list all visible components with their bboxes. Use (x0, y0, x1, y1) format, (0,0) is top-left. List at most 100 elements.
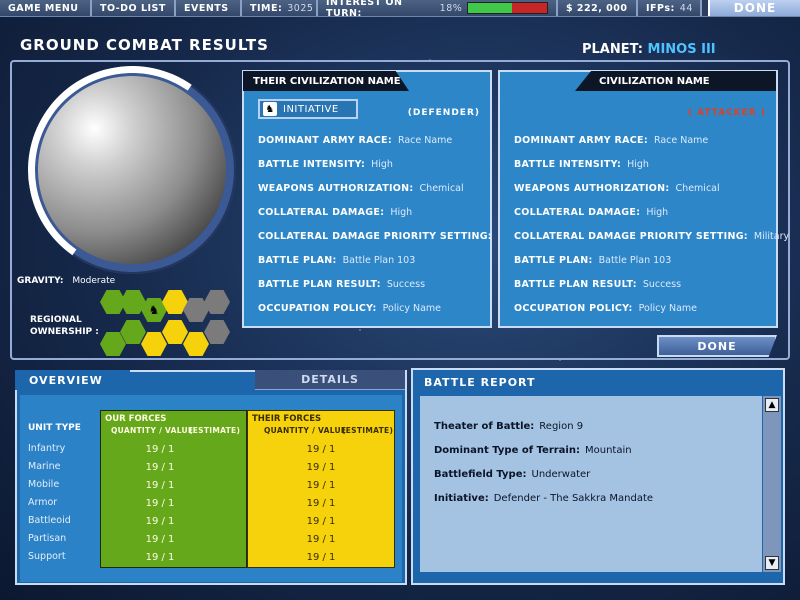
their-force-value: 19 / 1 (306, 480, 336, 491)
report-row: Theater of Battle: Region 9 (434, 421, 583, 432)
info-label: COLLATERAL DAMAGE PRIORITY SETTING: (514, 230, 748, 242)
attacker-info-row: BATTLE INTENSITY: High (514, 152, 789, 176)
attacker-info-row: COLLATERAL DAMAGE: High (514, 200, 789, 224)
todo-list-button[interactable]: TO-DO LIST (92, 0, 176, 16)
info-label: BATTLE INTENSITY: (514, 158, 622, 170)
our-force-value: 19 / 1 (145, 534, 175, 545)
done-button[interactable]: DONE (657, 335, 777, 357)
interest-slider-fill (468, 3, 512, 13)
page-title: GROUND COMBAT RESULTS (20, 36, 269, 54)
unit-type-label: Support (28, 551, 66, 562)
attacker-info-row: BATTLE PLAN: Battle Plan 103 (514, 248, 789, 272)
our-qv-header: QUANTITY / VALUE (111, 426, 194, 435)
defender-info-row: BATTLE INTENSITY: High (258, 152, 533, 176)
events-button[interactable]: EVENTS (176, 0, 242, 16)
their-qv-header: QUANTITY / VALUE (264, 426, 347, 435)
time-label: TIME: (250, 2, 283, 14)
report-scrollbar[interactable] (763, 396, 781, 572)
their-force-value: 19 / 1 (306, 534, 336, 545)
ifps-value: 44 (679, 2, 693, 14)
info-value: High (390, 206, 413, 218)
report-row: Dominant Type of Terrain: Mountain (434, 445, 632, 456)
ifps-display: IFPs: 44 (638, 0, 702, 16)
initiative-label: INITIATIVE (283, 103, 339, 115)
report-value: Underwater (531, 469, 591, 480)
info-value: Race Name (397, 134, 453, 146)
report-value: Region 9 (539, 421, 584, 432)
defender-info-row: COLLATERAL DAMAGE: High (258, 200, 533, 224)
our-force-value: 19 / 1 (145, 444, 175, 455)
info-label: COLLATERAL DAMAGE: (258, 206, 385, 218)
top-done-button[interactable]: DONE (708, 0, 800, 16)
info-value: Battle Plan 103 (598, 254, 672, 266)
tab-overview[interactable]: OVERVIEW (15, 370, 130, 390)
report-value: Mountain (584, 445, 632, 456)
info-label: BATTLE PLAN RESULT: (258, 278, 381, 290)
soldier-icon: ♞ (263, 102, 277, 116)
info-value: Chemical (419, 182, 464, 194)
planet-label-text: PLANET: (582, 42, 643, 57)
attacker-role: ( ATTACKER ) (687, 108, 766, 118)
info-value: Success (386, 278, 426, 290)
defender-civ-name: THEIR CIVILIZATION NAME (243, 71, 409, 91)
money-display: $ 222, 000 (558, 0, 638, 16)
info-label: WEAPONS AUTHORIZATION: (514, 182, 670, 194)
tab-details[interactable]: DETAILS (255, 370, 405, 390)
report-row: Initiative: Defender - The Sakkra Mandate (434, 493, 653, 504)
our-force-value: 19 / 1 (145, 516, 175, 527)
info-value: High (371, 158, 393, 170)
info-label: DOMINANT ARMY RACE: (258, 134, 392, 146)
info-value: Policy Name (638, 302, 698, 314)
regional-line2: OWNERSHIP : (30, 327, 99, 337)
unit-type-label: Mobile (28, 479, 60, 490)
info-value: Chemical (675, 182, 720, 194)
attacker-info-row: DOMINANT ARMY RACE: Race Name (514, 128, 789, 152)
our-force-value: 19 / 1 (145, 480, 175, 491)
attacker-info: DOMINANT ARMY RACE: Race Name BATTLE INTEN… (514, 128, 789, 320)
info-value: Military (753, 230, 790, 242)
their-estimate-header: (ESTIMATE) (342, 426, 394, 435)
info-label: DOMINANT ARMY RACE: (514, 134, 648, 146)
battle-report-title: BATTLE REPORT (424, 376, 536, 389)
top-bar: GAME MENU TO-DO LIST EVENTS TIME: 3025 I… (0, 0, 800, 19)
their-force-value: 19 / 1 (306, 462, 336, 473)
regional-line1: REGIONAL (30, 315, 82, 325)
defender-info-row: WEAPONS AUTHORIZATION: Chemical (258, 176, 533, 200)
gravity-value: Moderate (72, 276, 116, 286)
unit-type-label: Marine (28, 461, 61, 472)
unit-type-header: UNIT TYPE (28, 423, 81, 433)
our-estimate-header: (ESTIMATE) (189, 426, 241, 435)
info-label: BATTLE PLAN RESULT: (514, 278, 637, 290)
info-value: Success (642, 278, 682, 290)
unit-type-label: Battleoid (28, 515, 71, 526)
time-value: 3025 (287, 2, 314, 14)
their-force-value: 19 / 1 (306, 498, 336, 509)
planet-label: PLANET: MINOS III (582, 42, 716, 57)
defender-info-row: DOMINANT ARMY RACE: Race Name (258, 128, 533, 152)
scroll-up-icon[interactable]: ▲ (765, 398, 779, 412)
unit-type-label: Armor (28, 497, 58, 508)
info-value: High (646, 206, 669, 218)
scroll-down-icon[interactable]: ▼ (765, 556, 779, 570)
report-label: Theater of Battle: (434, 421, 535, 432)
defender-info-row: BATTLE PLAN RESULT: Success (258, 272, 533, 296)
interest-slider[interactable] (467, 2, 548, 14)
defender-info-row: COLLATERAL DAMAGE PRIORITY SETTING:Milit… (258, 224, 533, 248)
their-forces-column: THEIR FORCES QUANTITY / VALUE (ESTIMATE)… (247, 410, 395, 568)
initiative-badge: ♞ INITIATIVE (258, 99, 358, 119)
planet-name: MINOS III (647, 42, 716, 57)
info-label: BATTLE INTENSITY: (258, 158, 366, 170)
interest-display: INTEREST ON TURN: 18% (318, 0, 558, 19)
info-label: OCCUPATION POLICY: (258, 302, 377, 314)
our-force-value: 19 / 1 (145, 552, 175, 563)
defender-info: DOMINANT ARMY RACE: Race Name BATTLE INTEN… (258, 128, 533, 320)
info-value: Battle Plan 103 (342, 254, 416, 266)
time-display: TIME: 3025 (242, 0, 318, 16)
our-force-value: 19 / 1 (145, 498, 175, 509)
attacker-info-row: BATTLE PLAN RESULT: Success (514, 272, 789, 296)
game-menu-button[interactable]: GAME MENU (0, 0, 92, 16)
attacker-panel: ( ATTACKER ) DOMINANT ARMY RACE: Race Nam… (498, 70, 789, 328)
report-label: Battlefield Type: (434, 469, 527, 480)
info-value: High (627, 158, 649, 170)
soldier-icon: ♞ (148, 303, 160, 317)
